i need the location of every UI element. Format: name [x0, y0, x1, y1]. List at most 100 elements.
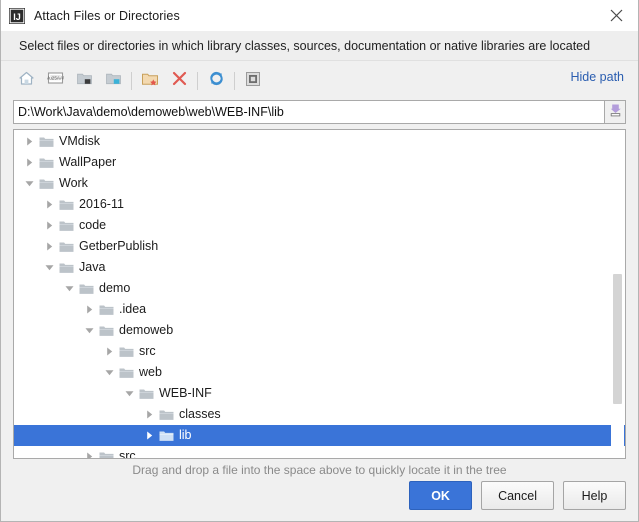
tree-vertical-scrollbar[interactable]: [611, 131, 624, 457]
hide-path-link[interactable]: Hide path: [570, 70, 624, 84]
tree-node-label: src: [119, 449, 136, 459]
tree-row[interactable]: demoweb: [14, 320, 625, 341]
toolbar: \u25AA\u25AA\u25AA: [13, 61, 626, 98]
new-folder-button[interactable]: [137, 69, 163, 93]
chevron-right-icon[interactable]: [20, 131, 38, 152]
chevron-right-icon[interactable]: [40, 215, 58, 236]
tree-node-label: classes: [179, 407, 221, 421]
window-title: Attach Files or Directories: [34, 8, 180, 23]
folder-icon: [58, 215, 74, 236]
tree-row[interactable]: lib: [14, 425, 625, 446]
home-button[interactable]: [13, 69, 39, 93]
tree-row[interactable]: web: [14, 362, 625, 383]
help-button[interactable]: Help: [563, 481, 626, 510]
folder-icon: [38, 173, 54, 194]
chevron-right-icon[interactable]: [20, 152, 38, 173]
tree-node-label: VMdisk: [59, 134, 100, 148]
svg-text:\u25AA\u25AA\u25AA: \u25AA\u25AA\u25AA: [47, 76, 64, 81]
path-browse-button[interactable]: [605, 100, 626, 124]
intellij-idea-icon: IJ: [9, 7, 25, 24]
chevron-right-icon[interactable]: [80, 299, 98, 320]
tree-node-label: WEB-INF: [159, 386, 212, 400]
drag-drop-hint: Drag and drop a file into the space abov…: [132, 463, 507, 477]
folder-icon: [158, 425, 174, 446]
project-folder-button[interactable]: [71, 69, 97, 93]
folder-icon: [98, 299, 114, 320]
chevron-down-icon[interactable]: [20, 173, 38, 194]
tree-row[interactable]: .idea: [14, 299, 625, 320]
tree-node-label: Work: [59, 176, 88, 190]
chevron-right-icon[interactable]: [140, 404, 158, 425]
titlebar: IJ Attach Files or Directories: [1, 0, 638, 31]
tree-node-label: lib: [179, 428, 192, 442]
folder-icon: [78, 278, 94, 299]
folder-icon: [58, 194, 74, 215]
drop-down-browse-icon: [609, 103, 622, 122]
tree-row[interactable]: src: [14, 341, 625, 362]
project-folder-icon: [76, 71, 93, 91]
show-hidden-files-button[interactable]: [240, 69, 266, 93]
tree-row[interactable]: demo: [14, 278, 625, 299]
toolbar-separator-3: [234, 72, 235, 90]
tree-node-label: Java: [79, 260, 106, 274]
folder-icon: [98, 446, 114, 458]
close-button[interactable]: [594, 0, 638, 31]
show-hidden-files-icon: [245, 71, 261, 92]
path-input[interactable]: [13, 100, 605, 124]
svg-text:IJ: IJ: [13, 12, 21, 22]
tree-row[interactable]: src: [14, 446, 625, 459]
folder-icon: [158, 404, 174, 425]
tree-row[interactable]: 2016-11: [14, 194, 625, 215]
chevron-down-icon[interactable]: [80, 320, 98, 341]
tree-node-label: WallPaper: [59, 155, 117, 169]
subtitle-bar: Select files or directories in which lib…: [1, 31, 638, 61]
desktop-button[interactable]: \u25AA\u25AA\u25AA: [32, 69, 79, 93]
chevron-right-icon[interactable]: [80, 446, 98, 458]
chevron-down-icon[interactable]: [60, 278, 78, 299]
tree-content: VMdisk WallPaper Work 2016-11 code GetberPubl…: [14, 130, 625, 459]
path-row: [13, 100, 626, 124]
delete-button[interactable]: [166, 69, 192, 93]
module-folder-button[interactable]: [100, 69, 126, 93]
tree-node-label: demo: [99, 281, 131, 295]
folder-icon: [58, 257, 74, 278]
folder-icon: [58, 236, 74, 257]
toolbar-separator-2: [197, 72, 198, 90]
tree-node-label: GetberPublish: [79, 239, 159, 253]
dialog-button-bar: OK Cancel Help: [409, 481, 626, 510]
folder-icon: [98, 320, 114, 341]
chevron-down-icon[interactable]: [100, 362, 118, 383]
chevron-right-icon[interactable]: [40, 236, 58, 257]
ok-button[interactable]: OK: [409, 481, 473, 510]
toolbar-separator-1: [131, 72, 132, 90]
chevron-down-icon[interactable]: [120, 383, 138, 404]
module-folder-icon: [105, 71, 122, 91]
delete-icon: [172, 71, 187, 91]
desktop-icon: \u25AA\u25AA\u25AA: [32, 71, 79, 91]
chevron-right-icon[interactable]: [40, 194, 58, 215]
chevron-right-icon[interactable]: [100, 341, 118, 362]
tree-row[interactable]: Work: [14, 173, 625, 194]
tree-scrollbar-thumb[interactable]: [613, 274, 622, 404]
directory-tree[interactable]: VMdisk WallPaper Work 2016-11 code GetberPubl…: [13, 129, 626, 459]
tree-row[interactable]: GetberPublish: [14, 236, 625, 257]
tree-row[interactable]: classes: [14, 404, 625, 425]
tree-row[interactable]: WEB-INF: [14, 383, 625, 404]
tree-row[interactable]: VMdisk: [14, 131, 625, 152]
tree-node-label: demoweb: [119, 323, 174, 337]
refresh-icon: [208, 70, 225, 92]
tree-row[interactable]: code: [14, 215, 625, 236]
dialog-body: \u25AA\u25AA\u25AA: [1, 61, 638, 521]
chevron-down-icon[interactable]: [40, 257, 58, 278]
close-icon: [610, 9, 622, 22]
chevron-right-icon[interactable]: [140, 425, 158, 446]
cancel-button[interactable]: Cancel: [481, 481, 554, 510]
dialog-description: Select files or directories in which lib…: [19, 38, 591, 53]
tree-node-label: web: [139, 365, 162, 379]
tree-row[interactable]: Java: [14, 257, 625, 278]
new-folder-icon: [141, 71, 159, 92]
tree-row[interactable]: WallPaper: [14, 152, 625, 173]
folder-icon: [38, 152, 54, 173]
refresh-button[interactable]: [203, 69, 229, 93]
attach-files-dialog: IJ Attach Files or Directories Select fi…: [0, 0, 639, 522]
